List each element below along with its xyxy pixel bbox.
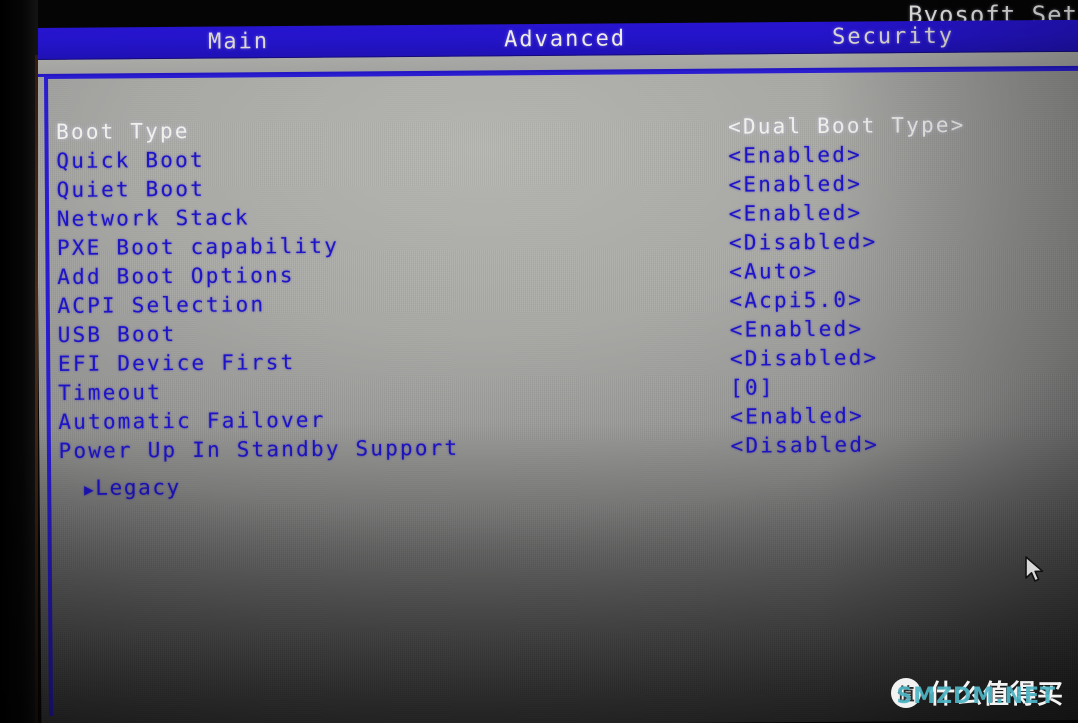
screen-bezel-left bbox=[0, 0, 38, 723]
tab-security[interactable]: Security bbox=[832, 24, 954, 50]
setting-value[interactable]: <Enabled> bbox=[730, 404, 864, 429]
watermark-url: SMZDM.NET bbox=[896, 684, 1056, 709]
setting-value[interactable]: <Dual Boot Type> bbox=[728, 113, 966, 139]
setting-label: Quiet Boot bbox=[56, 176, 206, 202]
setting-value[interactable]: <Enabled> bbox=[730, 317, 864, 342]
site-watermark: 值 什么值得买 SMZDM.NET bbox=[890, 674, 1064, 711]
submenu-item-legacy[interactable]: ▶Legacy bbox=[84, 475, 181, 500]
setting-label: Power Up In Standby Support bbox=[58, 435, 460, 463]
setting-label: PXE Boot capability bbox=[56, 233, 340, 260]
setting-label: USB Boot bbox=[57, 322, 177, 347]
submenu-arrow-icon: ▶ bbox=[84, 479, 96, 499]
submenu-label: Legacy bbox=[95, 475, 181, 500]
tab-advanced[interactable]: Advanced bbox=[504, 26, 626, 52]
setting-value[interactable]: <Disabled> bbox=[730, 346, 879, 371]
setting-value[interactable]: <Disabled> bbox=[730, 433, 879, 458]
setting-value[interactable]: <Acpi5.0> bbox=[729, 288, 863, 313]
setting-value[interactable]: <Enabled> bbox=[729, 201, 863, 226]
mouse-pointer-icon bbox=[1024, 556, 1046, 584]
setting-label: Network Stack bbox=[56, 205, 250, 231]
setting-label: Add Boot Options bbox=[57, 263, 295, 289]
settings-list: Boot Type <Dual Boot Type> Quick Boot <E… bbox=[56, 112, 1069, 520]
setting-value[interactable]: [0] bbox=[730, 375, 775, 399]
setting-value[interactable]: <Auto> bbox=[729, 259, 818, 284]
setting-label: Timeout bbox=[58, 380, 163, 405]
setting-label: Boot Type bbox=[56, 118, 190, 144]
setting-value[interactable]: <Enabled> bbox=[728, 172, 862, 197]
setting-value[interactable]: <Disabled> bbox=[729, 230, 878, 255]
setting-label: Automatic Failover bbox=[58, 407, 326, 434]
screen-bezel-edge-line bbox=[35, 55, 38, 723]
setting-label: ACPI Selection bbox=[57, 292, 266, 318]
tab-main[interactable]: Main bbox=[208, 29, 269, 54]
setting-label: Quick Boot bbox=[56, 147, 205, 173]
bios-screen: Byosoft Set Main Advanced Security Boot … bbox=[0, 0, 1078, 723]
setting-value[interactable]: <Enabled> bbox=[728, 143, 862, 168]
setting-label: EFI Device First bbox=[57, 350, 296, 376]
